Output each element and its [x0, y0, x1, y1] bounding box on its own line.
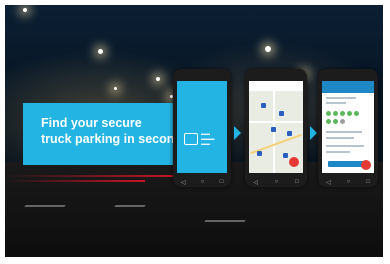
amenity-icon: [326, 111, 331, 116]
recents-icon[interactable]: □: [295, 179, 299, 185]
parking-pin-icon[interactable]: [257, 151, 262, 156]
logo-wordmark: ▬▬ ▬▬▬ ▬▬: [201, 131, 215, 146]
text-line: [326, 151, 350, 153]
parking-pin-icon[interactable]: [271, 127, 276, 132]
text-line: [326, 102, 346, 104]
street-light: [98, 49, 103, 54]
map-screen: [249, 81, 303, 173]
amenity-icon: [340, 119, 345, 124]
splash-screen: ▬▬ ▬▬▬ ▬▬: [177, 81, 227, 173]
home-icon[interactable]: ○: [201, 179, 205, 185]
phone-splash: ▬▬ ▬▬▬ ▬▬ ◁ ○ □: [173, 69, 231, 187]
map-road: [249, 121, 303, 123]
recents-icon[interactable]: □: [366, 179, 370, 185]
light-trail: [5, 175, 175, 177]
amenity-icon: [347, 111, 352, 116]
map-search-bar[interactable]: [249, 81, 303, 91]
arrow-icon: [234, 126, 241, 140]
home-icon[interactable]: ○: [275, 179, 279, 185]
home-icon[interactable]: ○: [347, 179, 351, 185]
recents-icon[interactable]: □: [220, 179, 224, 185]
parking-pin-icon[interactable]: [283, 153, 288, 158]
details-screen: [322, 81, 374, 173]
android-nav-bar: ◁ ○ □: [318, 177, 378, 187]
map-road: [273, 91, 275, 173]
banner-line-1: Find your secure: [41, 116, 142, 130]
phone-details: ◁ ○ □: [318, 69, 378, 187]
text-line: [326, 145, 364, 147]
back-icon[interactable]: ◁: [326, 179, 331, 186]
parking-pin-icon[interactable]: [261, 103, 266, 108]
banner-headline: Find your secure truck parking in second…: [41, 115, 189, 147]
android-nav-bar: ◁ ○ □: [245, 177, 307, 187]
street-light: [156, 77, 160, 81]
back-icon[interactable]: ◁: [253, 179, 258, 186]
lane-stripe: [24, 205, 66, 207]
locate-fab[interactable]: [289, 157, 299, 167]
text-line: [326, 131, 362, 133]
text-line: [326, 137, 354, 139]
parking-pin-icon[interactable]: [287, 131, 292, 136]
lane-stripe: [204, 220, 246, 222]
amenity-icon: [326, 119, 331, 124]
parking-pin-icon[interactable]: [279, 111, 284, 116]
light-trail: [5, 180, 145, 182]
action-fab[interactable]: [361, 160, 371, 170]
phone-map: ◁ ○ □: [245, 69, 307, 187]
banner-line-2: truck parking in seconds: [41, 132, 189, 146]
street-light: [23, 8, 27, 12]
truck-logo-icon: [184, 133, 198, 145]
android-nav-bar: ◁ ○ □: [173, 177, 231, 187]
street-light: [114, 87, 117, 90]
amenity-icon: [340, 111, 345, 116]
promo-image: Find your secure truck parking in second…: [5, 5, 383, 257]
back-icon[interactable]: ◁: [181, 179, 186, 186]
lane-stripe: [114, 205, 146, 207]
amenity-icon: [354, 111, 359, 116]
arrow-icon: [310, 126, 317, 140]
amenity-icon: [333, 119, 338, 124]
street-light: [265, 46, 271, 52]
text-line: [326, 97, 356, 99]
details-header: [322, 81, 374, 93]
amenity-icon: [333, 111, 338, 116]
